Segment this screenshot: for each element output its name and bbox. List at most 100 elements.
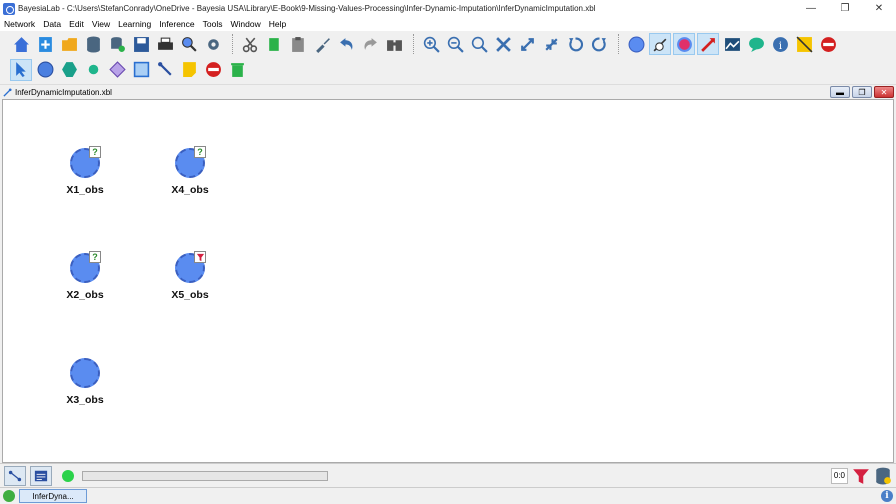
red-arrow-icon [700, 37, 715, 52]
menu-network[interactable]: Network [4, 19, 35, 29]
menu-help[interactable]: Help [269, 19, 286, 29]
console-icon [34, 470, 48, 481]
document-window-controls: ▬ ❐ ✕ [828, 86, 894, 98]
comment-button[interactable] [745, 33, 767, 55]
format-button[interactable] [311, 33, 333, 55]
paste-button[interactable] [287, 33, 309, 55]
arc-connector-icon [157, 62, 172, 76]
zoom-icon [471, 36, 488, 53]
sticky-note-icon [182, 62, 196, 77]
arc-info-button[interactable] [649, 33, 671, 55]
home-icon [13, 36, 29, 52]
zoom-in-button[interactable] [420, 33, 442, 55]
trash-icon [230, 63, 244, 77]
doc-restore-button[interactable]: ❐ [852, 86, 872, 98]
copy-button[interactable] [263, 33, 285, 55]
node-x1-obs[interactable]: ? X1_obs [50, 146, 120, 208]
expand-all-icon [495, 36, 511, 52]
database-connect-button[interactable] [106, 33, 128, 55]
save-button[interactable] [130, 33, 152, 55]
zoom-reset-button[interactable] [468, 33, 490, 55]
menu-window[interactable]: Window [230, 19, 260, 29]
settings-button[interactable] [202, 33, 224, 55]
find-button[interactable] [383, 33, 405, 55]
node-label: X3_obs [66, 394, 104, 406]
expand-button[interactable] [516, 33, 538, 55]
undo-button[interactable] [335, 33, 357, 55]
menu-data[interactable]: Data [43, 19, 61, 29]
arc-add-button[interactable] [697, 33, 719, 55]
redo-button[interactable] [359, 33, 381, 55]
arc-tool-button[interactable] [154, 59, 176, 81]
database-button[interactable] [82, 33, 104, 55]
rotate-right-icon [591, 37, 606, 51]
menu-inference[interactable]: Inference [159, 19, 194, 29]
node-x2-obs[interactable]: ? X2_obs [50, 251, 120, 313]
menu-learning[interactable]: Learning [118, 19, 151, 29]
console-button[interactable] [30, 465, 52, 486]
svg-text:i: i [778, 38, 782, 51]
filter-icon[interactable] [852, 467, 870, 485]
minimize-button[interactable]: — [794, 0, 828, 17]
fit-to-window-button[interactable] [492, 33, 514, 55]
node-label: X2_obs [66, 289, 104, 301]
cut-button[interactable] [239, 33, 261, 55]
trash-button[interactable] [226, 59, 248, 81]
taskbar-document-button[interactable]: InferDyna... [19, 489, 87, 503]
node-label: X5_obs [171, 289, 209, 301]
select-tool-button[interactable] [10, 58, 32, 81]
print-button[interactable] [154, 33, 176, 55]
square-icon [133, 61, 149, 78]
menu-tools[interactable]: Tools [203, 19, 223, 29]
node-x4-obs[interactable]: ? X4_obs [155, 146, 225, 208]
menu-view[interactable]: View [92, 19, 110, 29]
expand-diagonal-icon [520, 37, 534, 51]
node-x5-obs[interactable]: X5_obs [155, 251, 225, 313]
close-button[interactable]: ✕ [862, 0, 896, 17]
utility-node-tool-button[interactable] [130, 59, 152, 81]
zoom-out-button[interactable] [444, 33, 466, 55]
binoculars-icon [386, 39, 402, 51]
home-button[interactable] [10, 33, 32, 55]
disable-button[interactable] [817, 33, 839, 55]
clipboard-icon [291, 36, 304, 52]
info-button[interactable]: i [769, 33, 791, 55]
network-view-button[interactable] [4, 465, 26, 486]
toolbar-separator [413, 34, 414, 54]
rotate-left-button[interactable] [564, 33, 586, 55]
node-tool-button[interactable] [34, 59, 56, 81]
print-preview-button[interactable] [178, 33, 200, 55]
network-canvas[interactable]: ? X1_obs ? X4_obs ? X2_obs X5_obs X3_obs [2, 99, 894, 463]
target-node-icon [676, 36, 692, 52]
open-button[interactable] [58, 33, 80, 55]
delete-tool-button[interactable] [202, 59, 224, 81]
decision-node-tool-button[interactable] [106, 59, 128, 81]
constraint-node-tool-button[interactable] [58, 59, 80, 81]
monitor-button[interactable] [673, 33, 695, 55]
window-title: BayesiaLab - C:\Users\StefanConrady\OneD… [18, 4, 596, 13]
toolbar-separator [618, 34, 619, 54]
small-node-tool-button[interactable] [82, 59, 104, 81]
note-button[interactable] [793, 33, 815, 55]
database-status-icon[interactable] [874, 467, 892, 485]
node-x3-obs[interactable]: X3_obs [50, 358, 120, 418]
diamond-icon [108, 61, 126, 78]
rotate-right-button[interactable] [588, 33, 610, 55]
status-bar: 0:0 [0, 463, 896, 487]
restore-button[interactable]: ❐ [828, 0, 862, 17]
printer-icon [157, 37, 173, 50]
doc-close-button[interactable]: ✕ [874, 86, 894, 98]
menu-bar: Network Data Edit View Learning Inferenc… [0, 17, 896, 31]
menu-edit[interactable]: Edit [69, 19, 84, 29]
network-file-icon [3, 87, 12, 97]
undo-arrow-icon [339, 37, 352, 50]
new-network-button[interactable] [34, 33, 56, 55]
node-style-button[interactable] [625, 33, 647, 55]
doc-minimize-button[interactable]: ▬ [830, 86, 850, 98]
note-tool-button[interactable] [178, 59, 200, 81]
info-icon[interactable]: i [881, 490, 893, 502]
node-circle-dropdown-icon [628, 36, 644, 52]
circle-node-icon [37, 61, 53, 78]
shrink-button[interactable] [540, 33, 562, 55]
chart-button[interactable] [721, 33, 743, 55]
